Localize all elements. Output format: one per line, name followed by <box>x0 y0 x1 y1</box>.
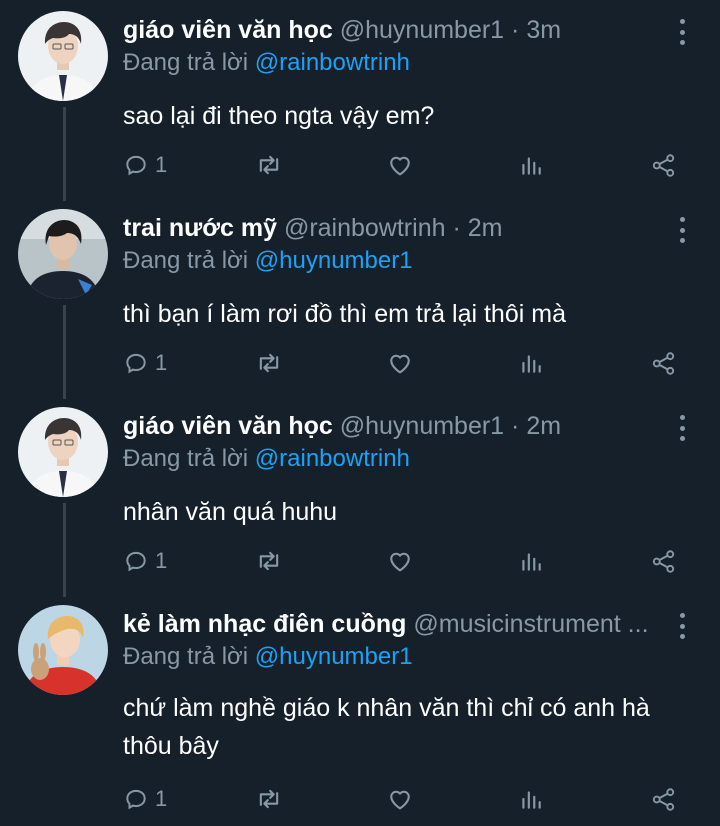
replying-to-label: Đang trả lời <box>123 643 249 670</box>
tweet-actions: 1 <box>0 541 720 581</box>
reply-button[interactable]: 1 <box>123 779 167 819</box>
share-icon <box>650 152 677 179</box>
analytics-button[interactable] <box>518 779 544 819</box>
share-button[interactable] <box>650 779 677 819</box>
replying-to-handle[interactable]: @huynumber1 <box>255 643 413 670</box>
analytics-icon <box>518 350 544 376</box>
more-options-icon[interactable] <box>672 19 692 45</box>
more-options-icon[interactable] <box>672 415 692 441</box>
replying-to-handle[interactable]: @huynumber1 <box>255 247 413 274</box>
analytics-icon <box>518 786 544 812</box>
share-icon <box>650 350 677 377</box>
timestamp[interactable]: · 3m <box>511 16 561 44</box>
retweet-button[interactable] <box>255 779 283 819</box>
replying-to-label: Đang trả lời <box>123 247 249 274</box>
share-button[interactable] <box>650 541 677 581</box>
replying-to-label: Đang trả lời <box>123 445 249 472</box>
tweet-header: giáo viên văn học @huynumber1 · 2m <box>123 409 670 443</box>
analytics-icon <box>518 152 544 178</box>
timestamp[interactable]: · 2m <box>511 412 561 440</box>
replying-to: Đang trả lời @rainbowtrinh <box>123 47 410 79</box>
tweet-text: thì bạn í làm rơi đồ thì em trả lại thôi… <box>123 300 566 328</box>
share-button[interactable] <box>650 145 677 185</box>
retweet-button[interactable] <box>255 145 283 185</box>
display-name[interactable]: kẻ làm nhạc điên cuồng <box>123 610 406 638</box>
avatar[interactable] <box>18 209 108 299</box>
replying-to: Đang trả lời @huynumber1 <box>123 641 413 673</box>
reply-icon <box>123 350 149 376</box>
like-button[interactable] <box>386 343 414 383</box>
avatar[interactable] <box>18 407 108 497</box>
avatar[interactable] <box>18 605 108 695</box>
analytics-button[interactable] <box>518 343 544 383</box>
analytics-button[interactable] <box>518 145 544 185</box>
reply-count: 1 <box>155 548 168 573</box>
tweet[interactable]: giáo viên văn học @huynumber1 · 2m Đang … <box>0 401 720 595</box>
replying-to-handle[interactable]: @rainbowtrinh <box>255 49 410 76</box>
reply-button[interactable]: 1 <box>123 541 167 581</box>
display-name[interactable]: trai nước mỹ <box>123 214 277 242</box>
share-button[interactable] <box>650 343 677 383</box>
like-icon <box>386 785 414 813</box>
analytics-button[interactable] <box>518 541 544 581</box>
retweet-icon <box>255 151 283 179</box>
share-icon <box>650 786 677 813</box>
tweet-header: trai nước mỹ @rainbowtrinh · 2m <box>123 211 670 245</box>
tweet-text: sao lại đi theo ngta vậy em? <box>123 102 435 130</box>
tweet-text: chứ làm nghề giáo k nhân văn thì chỉ có … <box>123 694 650 760</box>
tweet-header: giáo viên văn học @huynumber1 · 3m <box>123 13 670 47</box>
share-icon <box>650 548 677 575</box>
user-handle[interactable]: @musicinstrument ... <box>413 610 648 638</box>
more-options-icon[interactable] <box>672 613 692 639</box>
tweet[interactable]: trai nước mỹ @rainbowtrinh · 2m Đang trả… <box>0 203 720 397</box>
retweet-icon <box>255 349 283 377</box>
tweet-actions: 1 <box>0 343 720 383</box>
reply-thread: giáo viên văn học @huynumber1 · 3m Đang … <box>0 0 720 826</box>
user-handle[interactable]: @huynumber1 <box>340 412 504 440</box>
retweet-icon <box>255 547 283 575</box>
reply-icon <box>123 548 149 574</box>
retweet-button[interactable] <box>255 343 283 383</box>
like-button[interactable] <box>386 541 414 581</box>
user-handle[interactable]: @huynumber1 <box>340 16 504 44</box>
reply-icon <box>123 152 149 178</box>
reply-button[interactable]: 1 <box>123 145 167 185</box>
more-options-icon[interactable] <box>672 217 692 243</box>
display-name[interactable]: giáo viên văn học <box>123 412 333 440</box>
like-icon <box>386 151 414 179</box>
tweet[interactable]: kẻ làm nhạc điên cuồng @musicinstrument … <box>0 599 720 826</box>
like-button[interactable] <box>386 779 414 819</box>
display-name[interactable]: giáo viên văn học <box>123 16 333 44</box>
tweet-text: nhân văn quá huhu <box>123 498 338 526</box>
timestamp[interactable]: · 2m <box>452 214 502 242</box>
replying-to: Đang trả lời @rainbowtrinh <box>123 443 410 475</box>
reply-icon <box>123 786 149 812</box>
tweet-actions: 1 <box>0 779 720 819</box>
analytics-icon <box>518 548 544 574</box>
tweet-header: kẻ làm nhạc điên cuồng @musicinstrument … <box>123 607 670 641</box>
tweet[interactable]: giáo viên văn học @huynumber1 · 3m Đang … <box>0 5 720 199</box>
replying-to-handle[interactable]: @rainbowtrinh <box>255 445 410 472</box>
retweet-icon <box>255 785 283 813</box>
replying-to: Đang trả lời @huynumber1 <box>123 245 413 277</box>
reply-count: 1 <box>155 350 168 375</box>
reply-count: 1 <box>155 786 168 811</box>
tweet-actions: 1 <box>0 145 720 185</box>
avatar[interactable] <box>18 11 108 101</box>
reply-button[interactable]: 1 <box>123 343 167 383</box>
like-icon <box>386 349 414 377</box>
replying-to-label: Đang trả lời <box>123 49 249 76</box>
retweet-button[interactable] <box>255 541 283 581</box>
like-button[interactable] <box>386 145 414 185</box>
user-handle[interactable]: @rainbowtrinh <box>284 214 446 242</box>
like-icon <box>386 547 414 575</box>
reply-count: 1 <box>155 152 168 177</box>
